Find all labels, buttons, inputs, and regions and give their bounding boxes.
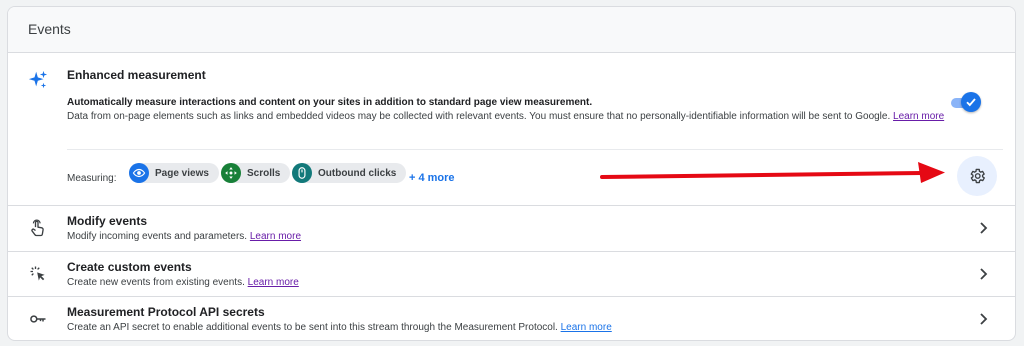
row-description: Create an API secret to enable additiona… [67, 322, 612, 333]
row-description-text: Create an API secret to enable additiona… [67, 322, 558, 333]
learn-more-link[interactable]: Learn more [248, 277, 299, 288]
card-header: Events [8, 7, 1015, 53]
row-description: Create new events from existing events. … [67, 277, 299, 288]
more-measurements-link[interactable]: + 4 more [409, 172, 455, 184]
gear-icon [970, 168, 985, 184]
card-title: Events [28, 21, 71, 37]
chip-label: Scrolls [247, 167, 281, 179]
eye-icon [129, 163, 149, 183]
learn-more-link[interactable]: Learn more [561, 322, 612, 333]
row-description: Modify incoming events and parameters. L… [67, 231, 301, 242]
row-title: Measurement Protocol API secrets [67, 305, 265, 319]
chevron-right-icon [980, 268, 988, 280]
chip-scrolls: Scrolls [221, 163, 291, 183]
chip-outbound-clicks: Outbound clicks [292, 163, 407, 183]
row-description-text: Modify incoming events and parameters. [67, 231, 248, 242]
check-icon [966, 98, 976, 107]
settings-button[interactable] [957, 156, 997, 196]
enhanced-measurement-toggle[interactable] [949, 92, 983, 114]
scroll-arrows-icon [221, 163, 241, 183]
learn-more-link[interactable]: Learn more [250, 231, 301, 242]
row-create-custom-events[interactable]: Create custom events Create new events f… [8, 251, 1015, 296]
learn-more-link[interactable]: Learn more [893, 111, 944, 122]
row-measurement-protocol-secrets[interactable]: Measurement Protocol API secrets Create … [8, 296, 1015, 340]
enhanced-measurement-summary: Automatically measure interactions and c… [67, 97, 593, 108]
row-title: Create custom events [67, 260, 192, 274]
chip-label: Page views [155, 167, 209, 179]
divider [67, 149, 1003, 150]
enhanced-measurement-title: Enhanced measurement [67, 68, 206, 82]
touch-hand-icon [31, 219, 44, 237]
key-icon [30, 315, 46, 323]
measuring-label: Measuring: [67, 173, 117, 184]
chip-page-views: Page views [129, 163, 219, 183]
row-modify-events[interactable]: Modify events Modify incoming events and… [8, 206, 1015, 251]
mouse-icon [292, 163, 312, 183]
chip-label: Outbound clicks [318, 167, 397, 179]
description-text: Data from on-page elements such as links… [67, 111, 891, 122]
enhanced-measurement-description: Data from on-page elements such as links… [67, 110, 947, 123]
toggle-knob [961, 92, 981, 112]
chevron-right-icon [980, 222, 988, 234]
row-description-text: Create new events from existing events. [67, 277, 245, 288]
click-cursor-icon [30, 266, 45, 281]
chevron-right-icon [980, 313, 988, 325]
row-title: Modify events [67, 214, 148, 228]
sparkle-icon [28, 70, 48, 89]
annotation-arrow [600, 162, 945, 183]
